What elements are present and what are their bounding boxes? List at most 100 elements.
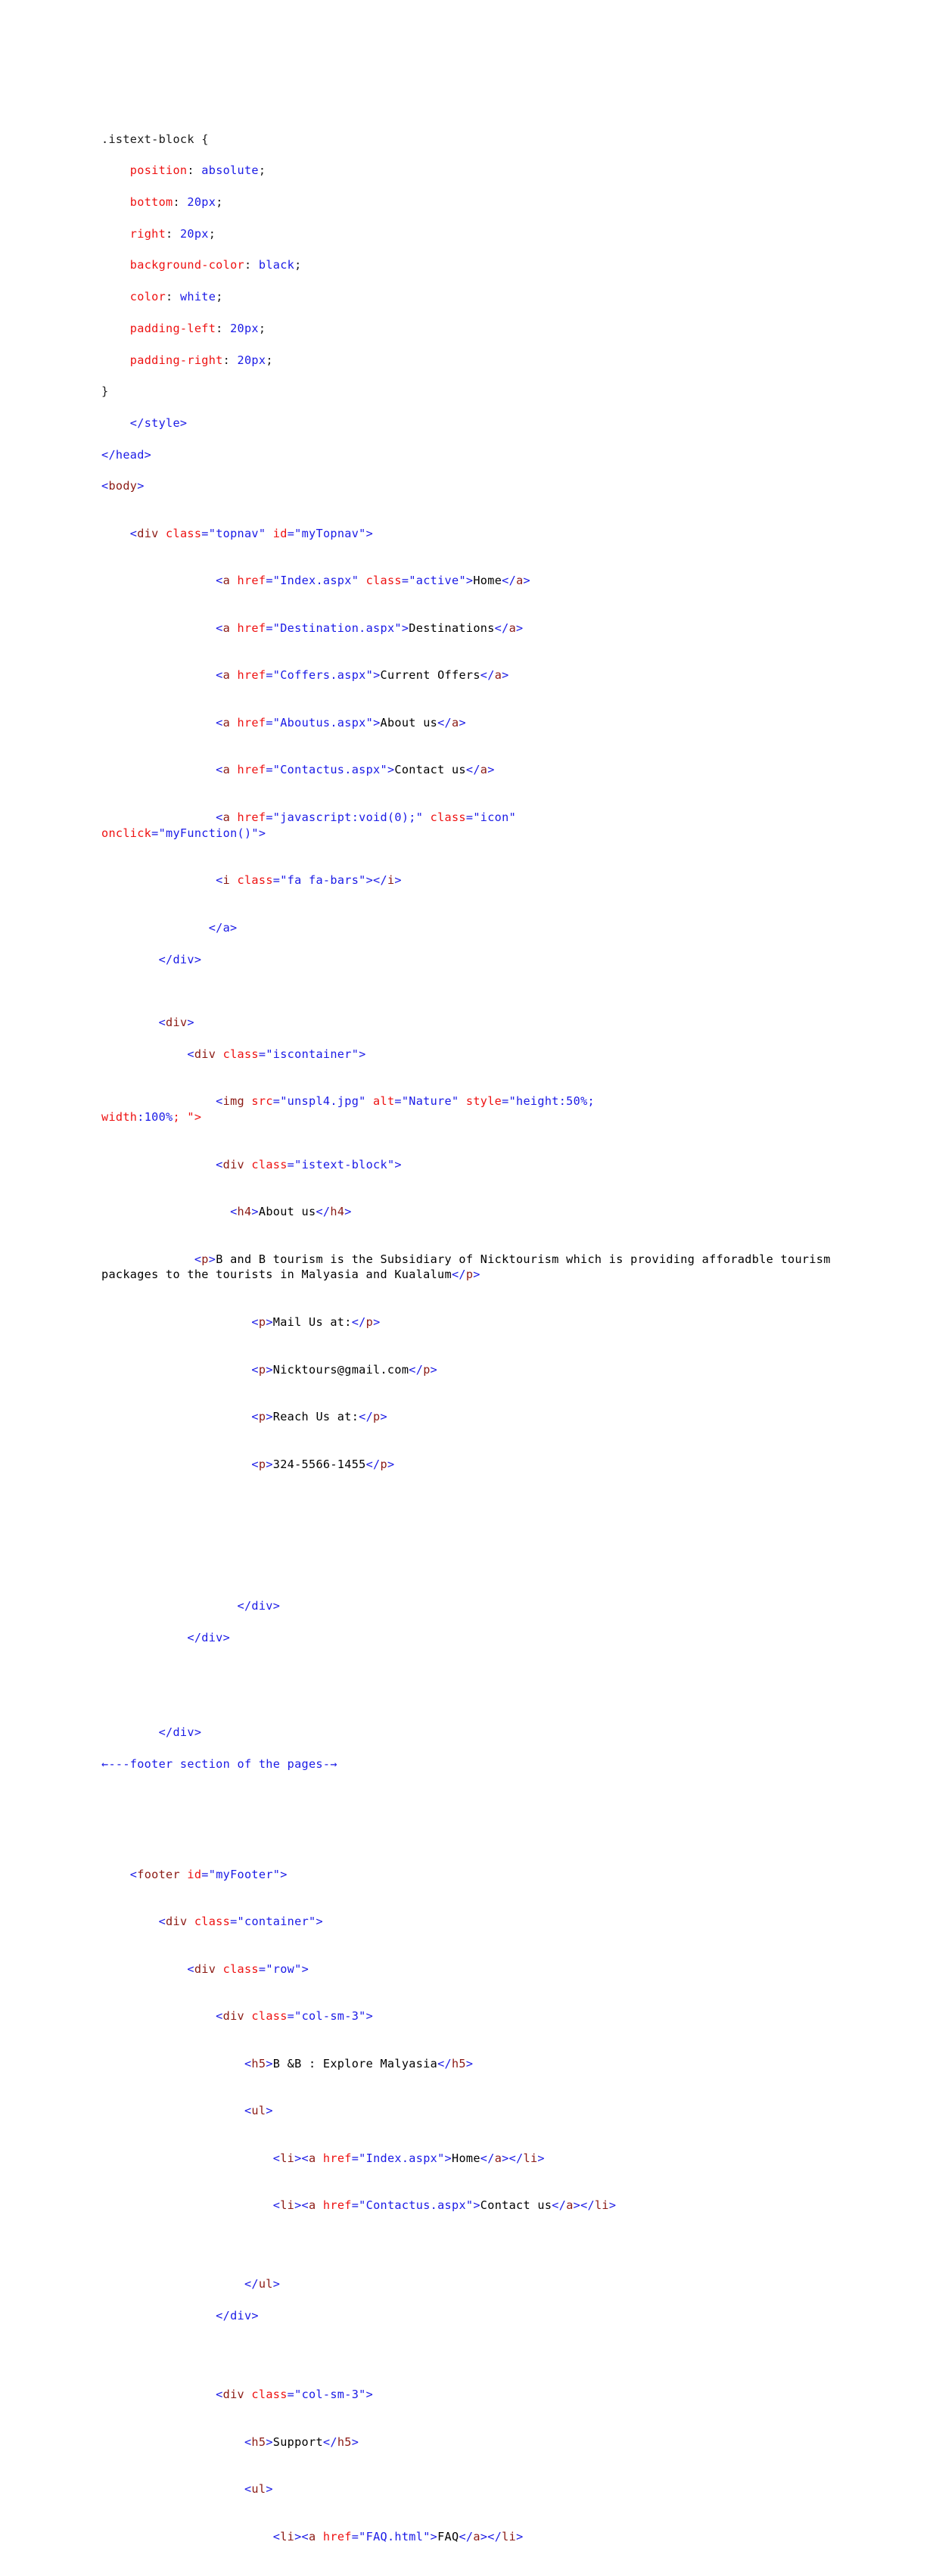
code-line: </style>	[101, 415, 850, 431]
style-width-value: 100%	[144, 1110, 173, 1124]
ul-tag-name: ul	[251, 2104, 266, 2118]
anchor-text: Contact us	[480, 2198, 552, 2213]
code-line: </a>	[101, 920, 850, 936]
code-line-mail-value: <p>Nicktours@gmail.com</p>	[251, 1362, 438, 1377]
attr-class-value: "row"	[266, 1962, 302, 1976]
h5-tag-name: h5	[251, 2056, 266, 2070]
code-line: padding-right: 20px;	[101, 353, 850, 369]
code-line-nav-home: <a href="Index.aspx" class="active">Home…	[216, 574, 530, 588]
attr-id-value: "myFooter"	[208, 1867, 281, 1881]
code-line: </div>	[101, 1725, 850, 1741]
div-tag-name: div	[166, 1015, 188, 1029]
css-colon: :	[166, 290, 180, 304]
code-line-li-contact: <li><a href="Contactus.aspx">Contact us<…	[272, 2198, 617, 2213]
attr-class-value: "container"	[237, 1915, 316, 1929]
attr-href-value: "javascript:void(0);"	[272, 810, 424, 824]
div-tag-name: div	[194, 1047, 216, 1061]
anchor-text: Home	[473, 574, 502, 588]
footer-section-comment: ←---footer section of the pages-→	[101, 1756, 337, 1771]
li-close-tag-name: li	[594, 2198, 609, 2213]
code-line: background-color: black;	[101, 257, 850, 273]
attr-src: src	[251, 1094, 273, 1109]
css-semicolon: ;	[294, 258, 302, 272]
attr-href: href	[322, 2151, 352, 2165]
code-line: </head>	[101, 447, 850, 463]
code-line-footer-comment: ←---footer section of the pages-→	[101, 1756, 850, 1772]
ul-close-tag-name: ul	[258, 2277, 273, 2291]
anchor-close-tag-name: a	[473, 2529, 480, 2543]
ul-tag-name: ul	[251, 2482, 266, 2497]
attr-onclick: onclick	[101, 826, 152, 840]
attr-href-value: "Destination.aspx"	[272, 621, 402, 635]
italic-tag-name: i	[222, 873, 231, 888]
div-tag-name: div	[166, 1915, 188, 1929]
attr-class-value: "iscontainer"	[266, 1047, 359, 1061]
attr-class: class	[251, 1157, 288, 1171]
css-value: absolute	[201, 163, 259, 178]
css-semicolon: ;	[208, 226, 216, 241]
code-line-nav-offers: <a href="Coffers.aspx">Current Offers</a…	[216, 668, 509, 683]
anchor-tag-name: a	[222, 810, 231, 824]
anchor-close-tag-name: a	[480, 763, 488, 777]
body-tag-name: body	[108, 479, 138, 493]
style-width-prop: width	[101, 1110, 138, 1124]
anchor-text: Destinations	[409, 621, 495, 635]
attr-alt: alt	[373, 1094, 395, 1109]
css-semicolon: ;	[266, 353, 273, 367]
code-line-reach-label: <p>Reach Us at:</p>	[251, 1410, 387, 1424]
attr-href-value: "Contactus.aspx"	[359, 2198, 474, 2213]
div-tag-name: div	[222, 2388, 244, 2402]
div-close-tag: </div>	[237, 1599, 281, 1613]
mail-value-text: Nicktours@gmail.com	[272, 1362, 409, 1377]
code-line-reach-value: <p>324-5566-1455</p>	[251, 1457, 395, 1471]
attr-class: class	[194, 1915, 231, 1929]
code-line: <body>	[101, 478, 850, 494]
code-line-container: <div class="container">	[158, 1915, 323, 1929]
head-close-tag: </head>	[101, 447, 152, 462]
code-line-ul-close: </ul>	[244, 2277, 281, 2291]
h4-text: About us	[258, 1205, 316, 1219]
attr-class: class	[251, 2009, 288, 2024]
h5-close-tag-name: h5	[451, 2056, 466, 2070]
css-property: padding-left	[129, 321, 216, 335]
attr-class-value: "istext-block"	[294, 1157, 395, 1171]
css-close-brace: }	[101, 384, 109, 399]
code-line: <div class="istext-block">	[216, 1157, 402, 1171]
anchor-tag-name: a	[309, 2529, 316, 2543]
code-line-nav-about: <a href="Aboutus.aspx">About us</a>	[216, 715, 466, 730]
attr-class: class	[430, 810, 466, 824]
code-line-nav-destinations: <a href="Destination.aspx">Destinations<…	[216, 621, 524, 635]
attr-style-value: "height:50%;	[508, 1094, 595, 1109]
attr-href-value: "Aboutus.aspx"	[272, 715, 374, 730]
code-line: </div>	[101, 952, 850, 968]
anchor-tag-name: a	[222, 574, 231, 588]
div-close-tag: </div>	[158, 1725, 202, 1739]
attr-href: href	[322, 2198, 352, 2213]
attr-class: class	[166, 526, 202, 540]
attr-class-value: "col-sm-3"	[294, 2388, 366, 2402]
anchor-tag-name: a	[222, 621, 231, 635]
code-line: </div>	[101, 1598, 850, 1614]
code-line: bottom: 20px;	[101, 194, 850, 210]
attr-href: href	[237, 715, 266, 730]
style-close-tag: </style>	[129, 415, 188, 430]
p-close-tag-name: p	[365, 1314, 374, 1329]
css-value: 20px	[237, 353, 266, 367]
attr-class: class	[222, 1047, 259, 1061]
reach-value-text: 324-5566-1455	[272, 1457, 366, 1471]
li-tag-name: li	[280, 2198, 295, 2213]
code-line-col-2: <div class="col-sm-3">	[216, 2388, 374, 2402]
anchor-tag-name: a	[222, 763, 231, 777]
css-value: 20px	[230, 321, 259, 335]
code-line-li-home: <li><a href="Index.aspx">Home</a></li>	[272, 2151, 545, 2165]
attr-class-value: "col-sm-3"	[294, 2009, 366, 2024]
code-line: color: white;	[101, 289, 850, 305]
attr-href: href	[237, 574, 266, 588]
code-line: right: 20px;	[101, 226, 850, 242]
code-line-row: <div class="row">	[187, 1962, 309, 1976]
anchor-tag-name: a	[222, 715, 231, 730]
